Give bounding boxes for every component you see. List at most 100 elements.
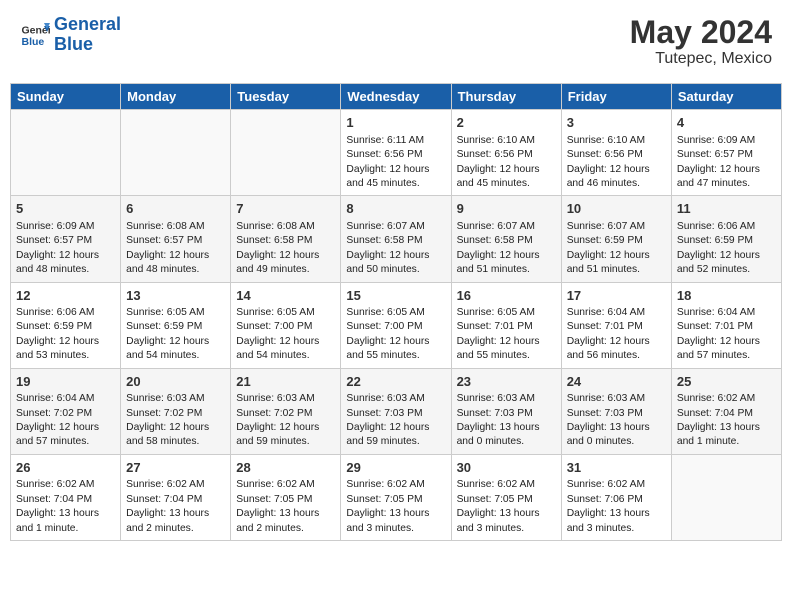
- week-row-2: 5 Sunrise: 6:09 AM Sunset: 6:57 PM Daylig…: [11, 196, 782, 282]
- day-info: Sunrise: 6:05 AM Sunset: 7:00 PM Dayligh…: [346, 306, 445, 364]
- day-info: Sunrise: 6:07 AM Sunset: 6:58 PM Dayligh…: [457, 220, 556, 278]
- svg-text:Blue: Blue: [22, 36, 45, 48]
- day-info: Sunrise: 6:05 AM Sunset: 7:00 PM Dayligh…: [236, 306, 335, 364]
- day-info: Sunrise: 6:05 AM Sunset: 7:01 PM Dayligh…: [457, 306, 556, 364]
- calendar-cell: 12Sunrise: 6:06 AM Sunset: 6:59 PM Dayli…: [11, 282, 121, 368]
- day-info: Sunrise: 6:03 AM Sunset: 7:02 PM Dayligh…: [126, 392, 225, 450]
- calendar-cell: 2Sunrise: 6:10 AM Sunset: 6:56 PM Daylig…: [451, 110, 561, 196]
- calendar-cell: 1 Sunrise: 6:11 AM Sunset: 6:56 PM Daylig…: [341, 110, 451, 196]
- day-number: 17: [567, 287, 666, 305]
- logo-blue: Blue: [54, 34, 93, 54]
- logo-text: General Blue: [54, 15, 121, 55]
- header-wednesday: Wednesday: [341, 84, 451, 110]
- calendar-cell: 15Sunrise: 6:05 AM Sunset: 7:00 PM Dayli…: [341, 282, 451, 368]
- week-row-1: 1 Sunrise: 6:11 AM Sunset: 6:56 PM Daylig…: [11, 110, 782, 196]
- day-number: 6: [126, 200, 225, 218]
- calendar-cell: 31Sunrise: 6:02 AM Sunset: 7:06 PM Dayli…: [561, 454, 671, 540]
- day-number: 23: [457, 373, 556, 391]
- day-info: Sunrise: 6:03 AM Sunset: 7:02 PM Dayligh…: [236, 392, 335, 450]
- day-number: 28: [236, 459, 335, 477]
- day-number: 3: [567, 114, 666, 132]
- day-info: Sunrise: 6:02 AM Sunset: 7:04 PM Dayligh…: [126, 478, 225, 536]
- calendar-cell: 4 Sunrise: 6:09 AM Sunset: 6:57 PM Daylig…: [671, 110, 781, 196]
- calendar-cell: 6Sunrise: 6:08 AM Sunset: 6:57 PM Daylig…: [121, 196, 231, 282]
- day-number: 20: [126, 373, 225, 391]
- day-number: 4: [677, 114, 776, 132]
- day-number: 19: [16, 373, 115, 391]
- day-number: 26: [16, 459, 115, 477]
- day-info: Sunrise: 6:03 AM Sunset: 7:03 PM Dayligh…: [457, 392, 556, 450]
- header-monday: Monday: [121, 84, 231, 110]
- calendar-cell: 10 Sunrise: 6:07 AM Sunset: 6:59 PM Dayli…: [561, 196, 671, 282]
- logo-icon: General Blue: [20, 20, 50, 50]
- day-number: 10: [567, 200, 666, 218]
- main-title: May 2024: [630, 15, 772, 50]
- day-number: 1: [346, 114, 445, 132]
- calendar-cell: 9Sunrise: 6:07 AM Sunset: 6:58 PM Daylig…: [451, 196, 561, 282]
- day-number: 29: [346, 459, 445, 477]
- day-info: Sunrise: 6:06 AM Sunset: 6:59 PM Dayligh…: [677, 220, 776, 278]
- calendar-cell: 26Sunrise: 6:02 AM Sunset: 7:04 PM Dayli…: [11, 454, 121, 540]
- calendar-cell: 13Sunrise: 6:05 AM Sunset: 6:59 PM Dayli…: [121, 282, 231, 368]
- calendar-cell: 21Sunrise: 6:03 AM Sunset: 7:02 PM Dayli…: [231, 368, 341, 454]
- calendar-cell: 17Sunrise: 6:04 AM Sunset: 7:01 PM Dayli…: [561, 282, 671, 368]
- calendar-cell: 16Sunrise: 6:05 AM Sunset: 7:01 PM Dayli…: [451, 282, 561, 368]
- day-info: Sunrise: 6:02 AM Sunset: 7:04 PM Dayligh…: [16, 478, 115, 536]
- calendar-header-row: Sunday Monday Tuesday Wednesday Thursday…: [11, 84, 782, 110]
- calendar-cell: 14Sunrise: 6:05 AM Sunset: 7:00 PM Dayli…: [231, 282, 341, 368]
- header-saturday: Saturday: [671, 84, 781, 110]
- calendar-cell: 25Sunrise: 6:02 AM Sunset: 7:04 PM Dayli…: [671, 368, 781, 454]
- day-info: Sunrise: 6:09 AM Sunset: 6:57 PM Dayligh…: [16, 220, 115, 278]
- calendar-cell: 3 Sunrise: 6:10 AM Sunset: 6:56 PM Daylig…: [561, 110, 671, 196]
- calendar-cell: [11, 110, 121, 196]
- header-sunday: Sunday: [11, 84, 121, 110]
- subtitle: Tutepec, Mexico: [630, 50, 772, 68]
- day-info: Sunrise: 6:02 AM Sunset: 7:05 PM Dayligh…: [346, 478, 445, 536]
- calendar-cell: 8Sunrise: 6:07 AM Sunset: 6:58 PM Daylig…: [341, 196, 451, 282]
- day-number: 16: [457, 287, 556, 305]
- day-info: Sunrise: 6:03 AM Sunset: 7:03 PM Dayligh…: [567, 392, 666, 450]
- day-number: 24: [567, 373, 666, 391]
- day-info: Sunrise: 6:11 AM Sunset: 6:56 PM Dayligh…: [346, 134, 445, 192]
- day-number: 30: [457, 459, 556, 477]
- day-info: Sunrise: 6:04 AM Sunset: 7:02 PM Dayligh…: [16, 392, 115, 450]
- calendar-cell: [671, 454, 781, 540]
- calendar-cell: 5 Sunrise: 6:09 AM Sunset: 6:57 PM Daylig…: [11, 196, 121, 282]
- day-info: Sunrise: 6:05 AM Sunset: 6:59 PM Dayligh…: [126, 306, 225, 364]
- calendar-cell: [121, 110, 231, 196]
- day-info: Sunrise: 6:10 AM Sunset: 6:56 PM Dayligh…: [567, 134, 666, 192]
- calendar-cell: 22Sunrise: 6:03 AM Sunset: 7:03 PM Dayli…: [341, 368, 451, 454]
- logo: General Blue General Blue: [20, 15, 121, 55]
- day-info: Sunrise: 6:09 AM Sunset: 6:57 PM Dayligh…: [677, 134, 776, 192]
- day-info: Sunrise: 6:04 AM Sunset: 7:01 PM Dayligh…: [567, 306, 666, 364]
- calendar-cell: 30Sunrise: 6:02 AM Sunset: 7:05 PM Dayli…: [451, 454, 561, 540]
- day-number: 25: [677, 373, 776, 391]
- header-thursday: Thursday: [451, 84, 561, 110]
- day-info: Sunrise: 6:07 AM Sunset: 6:59 PM Dayligh…: [567, 220, 666, 278]
- calendar-table: Sunday Monday Tuesday Wednesday Thursday…: [10, 83, 782, 541]
- day-info: Sunrise: 6:02 AM Sunset: 7:04 PM Dayligh…: [677, 392, 776, 450]
- logo-general: General: [54, 14, 121, 34]
- day-number: 5: [16, 200, 115, 218]
- day-number: 15: [346, 287, 445, 305]
- calendar-cell: 29Sunrise: 6:02 AM Sunset: 7:05 PM Dayli…: [341, 454, 451, 540]
- page-header: General Blue General Blue May 2024 Tutep…: [10, 10, 782, 73]
- calendar-cell: 19Sunrise: 6:04 AM Sunset: 7:02 PM Dayli…: [11, 368, 121, 454]
- day-number: 7: [236, 200, 335, 218]
- week-row-3: 12Sunrise: 6:06 AM Sunset: 6:59 PM Dayli…: [11, 282, 782, 368]
- calendar-cell: 24Sunrise: 6:03 AM Sunset: 7:03 PM Dayli…: [561, 368, 671, 454]
- calendar-cell: 20Sunrise: 6:03 AM Sunset: 7:02 PM Dayli…: [121, 368, 231, 454]
- week-row-5: 26Sunrise: 6:02 AM Sunset: 7:04 PM Dayli…: [11, 454, 782, 540]
- day-number: 22: [346, 373, 445, 391]
- day-number: 31: [567, 459, 666, 477]
- day-info: Sunrise: 6:07 AM Sunset: 6:58 PM Dayligh…: [346, 220, 445, 278]
- day-number: 14: [236, 287, 335, 305]
- calendar-cell: 28Sunrise: 6:02 AM Sunset: 7:05 PM Dayli…: [231, 454, 341, 540]
- calendar-cell: 11Sunrise: 6:06 AM Sunset: 6:59 PM Dayli…: [671, 196, 781, 282]
- day-info: Sunrise: 6:02 AM Sunset: 7:05 PM Dayligh…: [236, 478, 335, 536]
- day-info: Sunrise: 6:03 AM Sunset: 7:03 PM Dayligh…: [346, 392, 445, 450]
- day-info: Sunrise: 6:08 AM Sunset: 6:58 PM Dayligh…: [236, 220, 335, 278]
- day-info: Sunrise: 6:10 AM Sunset: 6:56 PM Dayligh…: [457, 134, 556, 192]
- calendar-cell: 23Sunrise: 6:03 AM Sunset: 7:03 PM Dayli…: [451, 368, 561, 454]
- day-number: 13: [126, 287, 225, 305]
